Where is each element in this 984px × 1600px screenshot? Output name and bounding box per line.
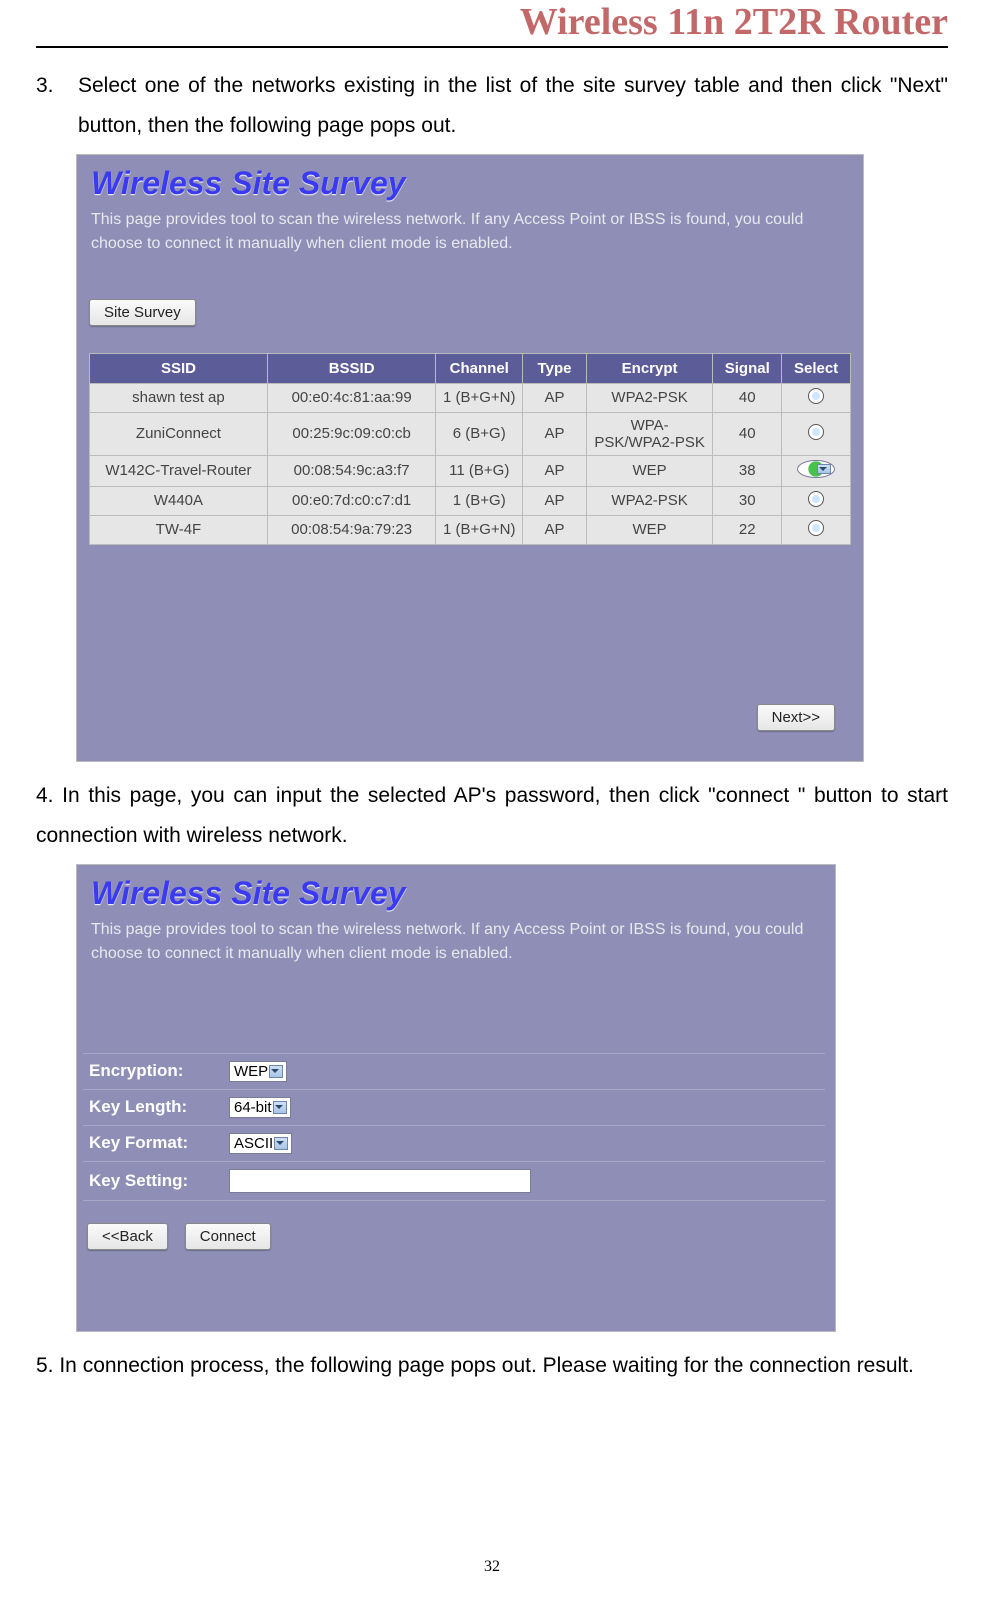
cell-select — [782, 412, 851, 455]
panel-title: Wireless Site Survey — [77, 155, 863, 206]
cell-ssid: W440A — [90, 486, 268, 515]
step4-paragraph: 4. In this page, you can input the selec… — [36, 776, 948, 856]
col-bssid: BSSID — [267, 353, 435, 383]
cell-encrypt: WEP — [586, 515, 713, 544]
table-row: TW-4F00:08:54:9a:79:231 (B+G+N)APWEP22 — [90, 515, 851, 544]
cell-ssid: TW-4F — [90, 515, 268, 544]
select-radio[interactable] — [808, 491, 824, 507]
cell-bssid: 00:08:54:9a:79:23 — [267, 515, 435, 544]
cell-channel: 1 (B+G) — [436, 486, 523, 515]
screenshot-connect-form: Wireless Site Survey This page provides … — [76, 864, 836, 1332]
label-key-length: Key Length: — [83, 1097, 229, 1117]
step3-paragraph: 3. Select one of the networks existing i… — [36, 66, 948, 146]
cell-ssid: ZuniConnect — [90, 412, 268, 455]
label-key-setting: Key Setting: — [83, 1171, 229, 1191]
cell-channel: 11 (B+G) — [436, 455, 523, 486]
cell-type: AP — [523, 383, 587, 412]
cell-ssid: W142C-Travel-Router — [90, 455, 268, 486]
cell-select — [782, 486, 851, 515]
cell-bssid: 00:08:54:9c:a3:f7 — [267, 455, 435, 486]
step3-number: 3. — [36, 66, 78, 146]
col-select: Select — [782, 353, 851, 383]
cell-type: AP — [523, 486, 587, 515]
page-number: 32 — [0, 1558, 984, 1576]
site-survey-button[interactable]: Site Survey — [89, 299, 196, 326]
table-row: shawn test ap00:e0:4c:81:aa:991 (B+G+N)A… — [90, 383, 851, 412]
cell-type: AP — [523, 515, 587, 544]
cell-encrypt: WPA2-PSK — [586, 383, 713, 412]
select-key-format[interactable]: ASCII — [229, 1133, 292, 1154]
cell-channel: 1 (B+G+N) — [436, 515, 523, 544]
cell-channel: 6 (B+G) — [436, 412, 523, 455]
table-row: W142C-Travel-Router00:08:54:9c:a3:f711 (… — [90, 455, 851, 486]
col-channel: Channel — [436, 353, 523, 383]
col-encrypt: Encrypt — [586, 353, 713, 383]
col-type: Type — [523, 353, 587, 383]
select-encryption[interactable]: WEP — [229, 1061, 287, 1082]
select-key-length[interactable]: 64-bit — [229, 1097, 291, 1118]
cell-encrypt: WEP — [586, 455, 713, 486]
cell-signal: 38 — [713, 455, 782, 486]
cell-signal: 40 — [713, 383, 782, 412]
panel-description: This page provides tool to scan the wire… — [77, 206, 863, 256]
cell-channel: 1 (B+G+N) — [436, 383, 523, 412]
step3-text: Select one of the networks existing in t… — [78, 66, 948, 146]
step4-text: 4. In this page, you can input the selec… — [36, 784, 948, 847]
survey-table: SSID BSSID Channel Type Encrypt Signal S… — [89, 353, 851, 545]
cell-type: AP — [523, 455, 587, 486]
col-ssid: SSID — [90, 353, 268, 383]
cell-encrypt: WPA2-PSK — [586, 486, 713, 515]
screenshot-site-survey-table: Wireless Site Survey This page provides … — [76, 154, 864, 762]
input-key-setting[interactable] — [229, 1169, 531, 1193]
cell-ssid: shawn test ap — [90, 383, 268, 412]
cell-type: AP — [523, 412, 587, 455]
select-radio[interactable] — [797, 460, 835, 478]
cell-signal: 40 — [713, 412, 782, 455]
select-radio[interactable] — [808, 388, 824, 404]
step5-paragraph: 5. In connection process, the following … — [36, 1346, 948, 1386]
panel-title-2: Wireless Site Survey — [77, 865, 835, 916]
page-header-title: Wireless 11n 2T2R Router — [36, 0, 948, 46]
cell-bssid: 00:e0:7d:c0:c7:d1 — [267, 486, 435, 515]
cell-encrypt: WPA-PSK/WPA2-PSK — [586, 412, 713, 455]
select-radio[interactable] — [808, 520, 824, 536]
header-divider — [36, 46, 948, 48]
cell-select — [782, 455, 851, 486]
cell-bssid: 00:25:9c:09:c0:cb — [267, 412, 435, 455]
cell-select — [782, 515, 851, 544]
cell-bssid: 00:e0:4c:81:aa:99 — [267, 383, 435, 412]
next-button[interactable]: Next>> — [757, 704, 835, 731]
cell-signal: 22 — [713, 515, 782, 544]
panel-description-2: This page provides tool to scan the wire… — [77, 916, 835, 966]
col-signal: Signal — [713, 353, 782, 383]
back-button[interactable]: <<Back — [87, 1223, 168, 1250]
label-encryption: Encryption: — [83, 1061, 229, 1081]
cell-select — [782, 383, 851, 412]
table-row: W440A00:e0:7d:c0:c7:d11 (B+G)APWPA2-PSK3… — [90, 486, 851, 515]
step5-text: 5. In connection process, the following … — [36, 1354, 914, 1377]
label-key-format: Key Format: — [83, 1133, 229, 1153]
select-radio[interactable] — [808, 424, 824, 440]
cell-signal: 30 — [713, 486, 782, 515]
connect-button[interactable]: Connect — [185, 1223, 271, 1250]
table-row: ZuniConnect00:25:9c:09:c0:cb6 (B+G)APWPA… — [90, 412, 851, 455]
